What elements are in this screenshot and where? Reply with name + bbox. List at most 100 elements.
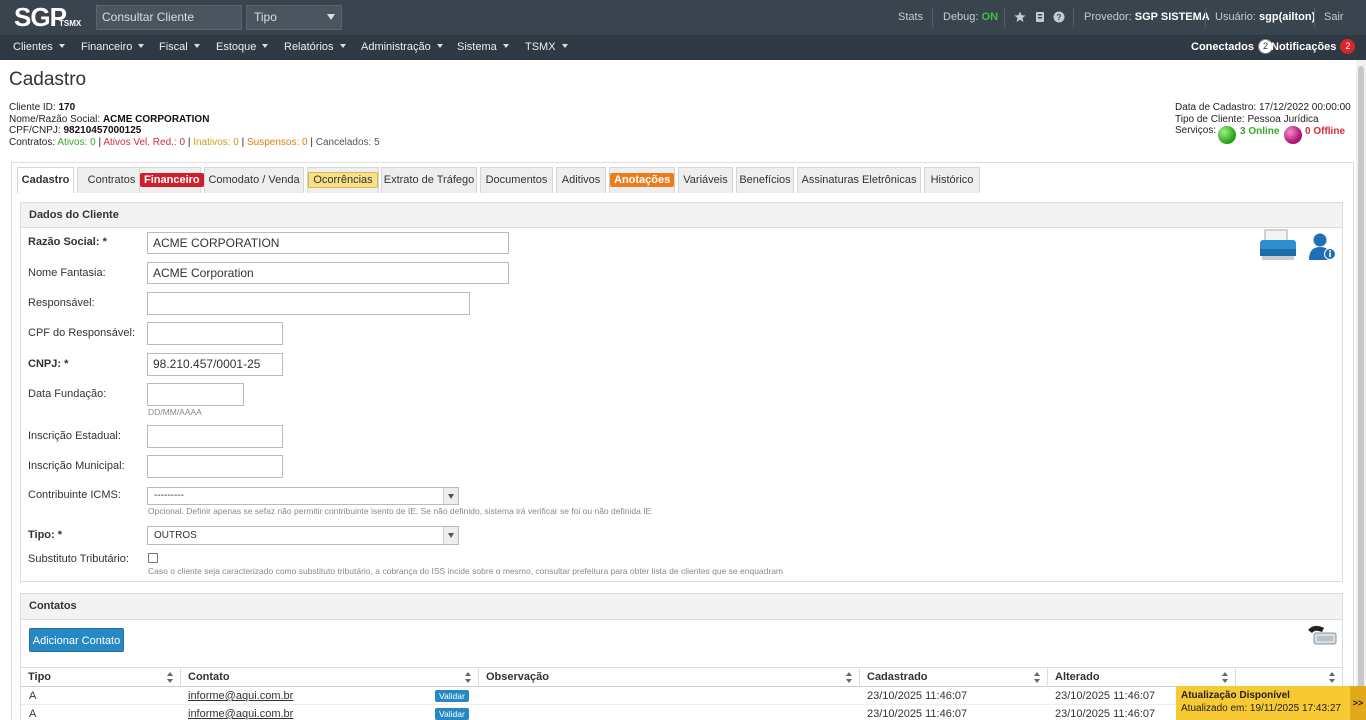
tab-financeiro[interactable]: Financeiro — [139, 167, 204, 193]
nav-relatorios[interactable]: Relatórios — [284, 35, 346, 60]
tab-historico[interactable]: Histórico — [924, 167, 980, 193]
scrollbar-thumb[interactable] — [1358, 66, 1364, 706]
icms-hint: Opcional. Definir apenas se sefaz não pe… — [148, 506, 652, 516]
contracts-active[interactable]: Ativos: 0 — [57, 137, 95, 148]
offline-status-icon[interactable] — [1284, 126, 1302, 144]
tab-variaveis[interactable]: Variáveis — [678, 167, 733, 193]
label-text: Tipo: — [28, 529, 55, 541]
nav-fiscal[interactable]: Fiscal — [159, 35, 200, 60]
help-icon[interactable]: ? — [1053, 11, 1065, 23]
contracts-label: Contratos: — [9, 137, 56, 149]
tab-ocorrencias[interactable]: Ocorrências — [307, 167, 379, 193]
tab-comodato[interactable]: Comodato / Venda — [204, 167, 304, 193]
col-contato[interactable]: Contato — [181, 668, 479, 687]
inscricao-municipal-input[interactable] — [147, 455, 283, 478]
razao-social-input[interactable]: ACME CORPORATION — [147, 232, 509, 254]
client-id-line: Cliente ID: 170 — [9, 102, 380, 114]
tipo-select[interactable]: OUTROS — [147, 526, 459, 545]
cell-contato[interactable]: informe@aqui.com.br — [188, 687, 293, 705]
cnpj-input[interactable]: 98.210.457/0001-25 — [147, 353, 283, 376]
page-scrollbar[interactable] — [1356, 60, 1366, 720]
tab-documentos[interactable]: Documentos — [480, 167, 553, 193]
expand-toast-button[interactable]: >> — [1350, 686, 1366, 720]
user-info-icon[interactable] — [1309, 232, 1337, 262]
services-online[interactable]: 3 Online — [1240, 126, 1279, 137]
main-nav: Clientes Financeiro Fiscal Estoque Relat… — [0, 35, 1366, 60]
page-title: Cadastro — [9, 69, 87, 90]
provider-info: Provedor: SGP SISTEMA — [1084, 0, 1210, 35]
caret-down-icon — [262, 44, 269, 48]
notifications-label: Notificações — [1271, 41, 1337, 53]
substituto-tributario-checkbox[interactable] — [148, 553, 158, 563]
col-actions[interactable] — [1236, 668, 1342, 687]
search-type-select[interactable]: Tipo — [246, 5, 342, 30]
logout-link[interactable]: Sair — [1324, 0, 1344, 35]
caret-down-icon — [138, 44, 145, 48]
tab-label: Financeiro — [140, 173, 204, 187]
contracts-inactive[interactable]: Inativos: 0 — [193, 137, 239, 148]
book-icon[interactable] — [1034, 11, 1046, 23]
column-label: Contato — [188, 671, 230, 683]
col-tipo[interactable]: Tipo — [21, 668, 181, 687]
connected-label: Conectados — [1191, 41, 1254, 53]
caret-down-icon — [436, 44, 443, 48]
cell-cadastrado: 23/10/2025 11:46:07 — [867, 690, 968, 702]
nav-financeiro[interactable]: Financeiro — [81, 35, 145, 60]
services-offline[interactable]: 0 Offline — [1305, 126, 1345, 137]
debug-toggle[interactable]: Debug: ON — [943, 0, 998, 35]
tab-cadastro[interactable]: Cadastro — [17, 167, 74, 193]
tab-aditivos[interactable]: Aditivos — [556, 167, 606, 193]
inscricao-estadual-label: Inscrição Estadual: — [28, 430, 121, 442]
tab-beneficios[interactable]: Benefícios — [736, 167, 794, 193]
contribuinte-icms-select[interactable]: --------- — [147, 487, 459, 505]
date-format-hint: DD/MM/AAAA — [148, 407, 202, 417]
search-client-input[interactable]: Consultar Cliente — [96, 5, 242, 30]
caret-down-icon — [193, 44, 200, 48]
add-contact-button[interactable]: Adicionar Contato — [29, 628, 124, 652]
client-doc-line: CPF/CNPJ: 98210457000125 — [9, 125, 380, 137]
chevron-down-icon — [448, 494, 454, 499]
col-cadastrado[interactable]: Cadastrado — [860, 668, 1048, 687]
substituto-tributario-label: Substituto Tributário: — [28, 553, 129, 565]
client-name-value: ACME CORPORATION — [102, 113, 210, 125]
nav-administracao[interactable]: Administração — [361, 35, 443, 60]
notifications-link[interactable]: Notificações 2 — [1271, 35, 1356, 60]
stats-link[interactable]: Stats — [898, 0, 923, 35]
column-label: Tipo — [28, 671, 52, 683]
cpf-responsavel-input[interactable] — [147, 322, 283, 345]
nav-label: Administração — [361, 41, 431, 53]
client-summary: Cliente ID: 170 Nome/Razão Social: ACME … — [9, 102, 380, 149]
online-status-icon[interactable] — [1218, 126, 1236, 144]
cell-contato[interactable]: informe@aqui.com.br — [188, 705, 293, 720]
svg-text:?: ? — [1057, 13, 1062, 22]
nav-tsmx[interactable]: TSMX — [525, 35, 568, 60]
nav-sistema[interactable]: Sistema — [457, 35, 509, 60]
responsavel-input[interactable] — [147, 292, 470, 315]
tab-contratos[interactable]: Contratos — [77, 167, 146, 193]
data-fundacao-input[interactable] — [147, 383, 244, 406]
connected-link[interactable]: Conectados 2 — [1191, 35, 1273, 60]
nav-clientes[interactable]: Clientes — [13, 35, 65, 60]
tab-extrato-trafego[interactable]: Extrato de Tráfego — [381, 167, 477, 193]
contracts-active-reduced[interactable]: Ativos Vel. Red.: 0 — [103, 137, 185, 148]
validate-button[interactable]: Validar — [435, 708, 469, 720]
nome-fantasia-input[interactable]: ACME Corporation — [147, 262, 509, 284]
col-observacao[interactable]: Observação — [479, 668, 860, 687]
user-info[interactable]: Usuário: sgp(ailton) — [1215, 0, 1315, 35]
tab-assinaturas[interactable]: Assinaturas Eletrônicas — [797, 167, 921, 193]
nav-estoque[interactable]: Estoque — [216, 35, 269, 60]
inscricao-estadual-input[interactable] — [147, 425, 283, 448]
contracts-suspended[interactable]: Suspensos: 0 — [247, 137, 308, 148]
star-icon[interactable] — [1014, 11, 1026, 23]
col-alterado[interactable]: Alterado — [1048, 668, 1236, 687]
nav-label: Sistema — [457, 41, 497, 53]
update-available-toast[interactable]: Atualização Disponível Atualizado em: 19… — [1176, 686, 1366, 720]
print-icon[interactable] — [1259, 229, 1297, 263]
tab-label: Anotações — [610, 173, 675, 187]
tab-anotacoes[interactable]: Anotações — [609, 167, 675, 193]
nome-fantasia-label: Nome Fantasia: — [28, 267, 106, 279]
sgp-logo[interactable]: SGP TSMX — [14, 4, 82, 31]
validate-button[interactable]: Validar — [435, 690, 469, 702]
phone-icon[interactable] — [1306, 624, 1338, 646]
contracts-cancelled[interactable]: Cancelados: 5 — [316, 137, 380, 148]
